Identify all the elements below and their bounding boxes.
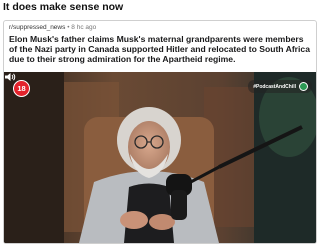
- post-caption: It does make sense now: [3, 1, 124, 13]
- subreddit-link[interactable]: r/suppressed_news: [9, 24, 65, 31]
- podcast-logo-icon: [299, 82, 308, 91]
- meta-separator: •: [67, 24, 70, 31]
- podcast-tag-text: #PodcastAndChill: [253, 83, 296, 90]
- podcast-watermark: #PodcastAndChill: [248, 80, 312, 93]
- video-player[interactable]: 18 #PodcastAndChill: [4, 72, 316, 243]
- post-time: 8 hc ago: [71, 24, 97, 31]
- post-card[interactable]: r/suppressed_news • 8 hc ago Elon Musk's…: [3, 20, 317, 244]
- age-rating-badge: 18: [13, 80, 30, 97]
- post-headline[interactable]: Elon Musk's father claims Musk's materna…: [9, 34, 313, 65]
- post-meta: r/suppressed_news • 8 hc ago: [9, 24, 96, 31]
- video-frame: [4, 72, 316, 243]
- speaker-icon[interactable]: [4, 72, 16, 82]
